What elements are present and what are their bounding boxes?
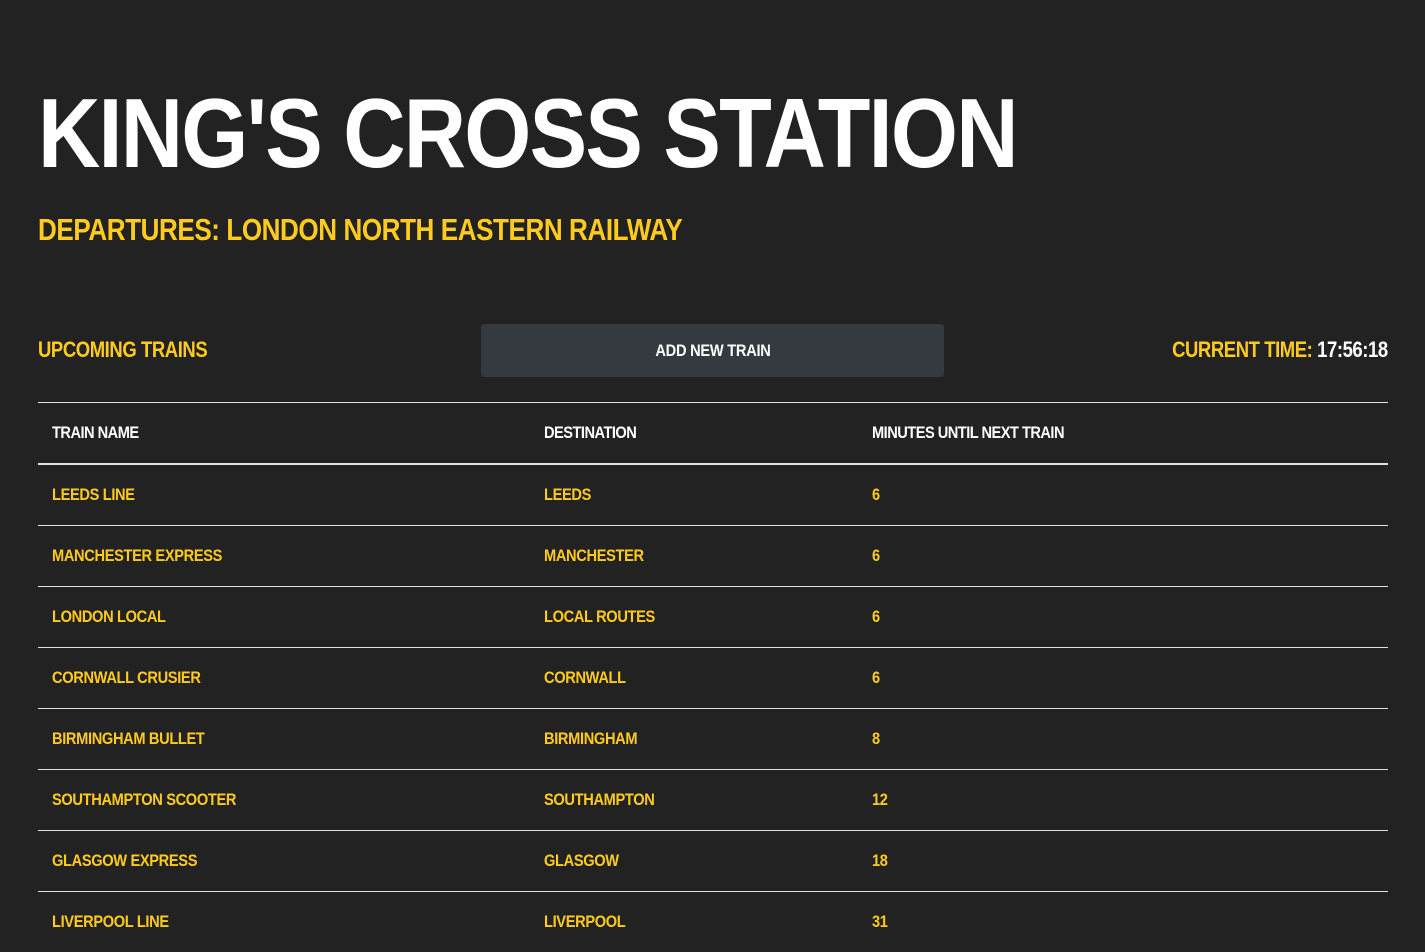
train-name-cell: Southampton Scooter: [38, 769, 530, 831]
current-time: Current Time: 17:56:18: [1172, 337, 1388, 363]
train-name-cell: Leeds Line: [38, 464, 530, 526]
minutes-cell: 6: [858, 464, 1388, 526]
destination-cell: Southampton: [530, 769, 858, 831]
station-title: King's Cross Station: [38, 78, 1018, 188]
table-row: Southampton Scooter Southampton 12: [38, 769, 1388, 831]
train-name-cell: Glasgow Express: [38, 830, 530, 892]
column-header-destination: Destination: [530, 402, 858, 465]
add-new-train-button[interactable]: Add New Train: [481, 324, 944, 377]
current-time-value: 17:56:18: [1317, 337, 1388, 362]
current-time-label: Current Time:: [1172, 337, 1313, 362]
minutes-cell: 8: [858, 708, 1388, 770]
table-row: Cornwall Crusier Cornwall 6: [38, 647, 1388, 709]
column-header-train-name: Train Name: [38, 402, 530, 465]
destination-cell: Birmingham: [530, 708, 858, 770]
add-new-train-label: Add New Train: [654, 340, 771, 360]
destination-cell: Cornwall: [530, 647, 858, 709]
table-row: Manchester Express Manchester 6: [38, 525, 1388, 587]
minutes-cell: 18: [858, 830, 1388, 892]
column-header-minutes: Minutes Until Next Train: [858, 402, 1388, 465]
destination-cell: Glasgow: [530, 830, 858, 892]
destination-cell: Liverpool: [530, 891, 858, 952]
minutes-cell: 6: [858, 647, 1388, 709]
trains-table: Train Name Destination Minutes Until Nex…: [38, 402, 1388, 952]
train-name-cell: Manchester Express: [38, 525, 530, 587]
minutes-cell: 6: [858, 586, 1388, 648]
upcoming-trains-label: Upcoming Trains: [38, 337, 208, 362]
minutes-cell: 12: [858, 769, 1388, 831]
train-name-cell: Birmingham Bullet: [38, 708, 530, 770]
train-name-cell: Cornwall Crusier: [38, 647, 530, 709]
table-row: Birmingham Bullet Birmingham 8: [38, 708, 1388, 770]
train-name-cell: London Local: [38, 586, 530, 648]
toolbar: Upcoming Trains Add New Train Current Ti…: [38, 324, 1388, 377]
train-name-cell: Liverpool Line: [38, 891, 530, 952]
table-row: Leeds Line Leeds 6: [38, 464, 1388, 526]
departures-subtitle: Departures: London North Eastern Railway: [38, 212, 683, 247]
table-row: London Local Local Routes 6: [38, 586, 1388, 648]
minutes-cell: 6: [858, 525, 1388, 587]
destination-cell: Local Routes: [530, 586, 858, 648]
table-header-row: Train Name Destination Minutes Until Nex…: [38, 402, 1388, 465]
table-row: Liverpool Line Liverpool 31: [38, 891, 1388, 952]
destination-cell: Manchester: [530, 525, 858, 587]
destination-cell: Leeds: [530, 464, 858, 526]
table-row: Glasgow Express Glasgow 18: [38, 830, 1388, 892]
minutes-cell: 31: [858, 891, 1388, 952]
